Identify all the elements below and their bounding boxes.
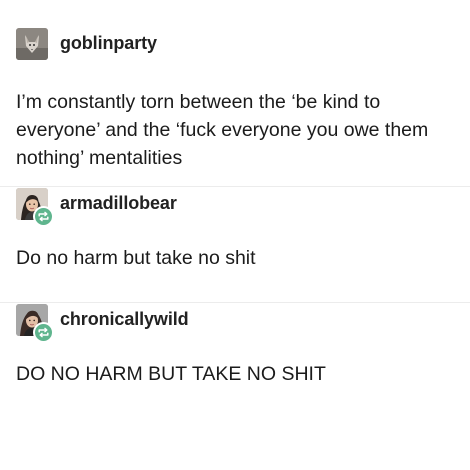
post-header: armadillobear — [0, 188, 470, 227]
post-header: goblinparty — [0, 28, 470, 66]
post: chronicallywild DO NO HARM BUT TAKE NO S… — [0, 304, 470, 388]
post-username[interactable]: goblinparty — [60, 33, 157, 54]
post: goblinparty I’m constantly torn between … — [0, 28, 470, 172]
reblog-icon — [33, 206, 54, 227]
reblog-icon — [33, 322, 54, 343]
post-text: Do no harm but take no shit — [16, 247, 256, 269]
post-header: chronicallywild — [0, 304, 470, 343]
post: armadillobear Do no harm but take no shi… — [0, 188, 470, 272]
post-text: DO NO HARM BUT TAKE NO SHIT — [16, 363, 326, 385]
post-divider — [0, 186, 470, 187]
post-divider — [0, 302, 470, 303]
post-thread: goblinparty I’m constantly torn between … — [0, 0, 470, 470]
post-username[interactable]: chronicallywild — [60, 309, 189, 330]
post-username[interactable]: armadillobear — [60, 193, 177, 214]
post-text: I’m constantly torn between the ‘be kind… — [16, 91, 429, 169]
fox-avatar-icon[interactable] — [16, 28, 48, 60]
